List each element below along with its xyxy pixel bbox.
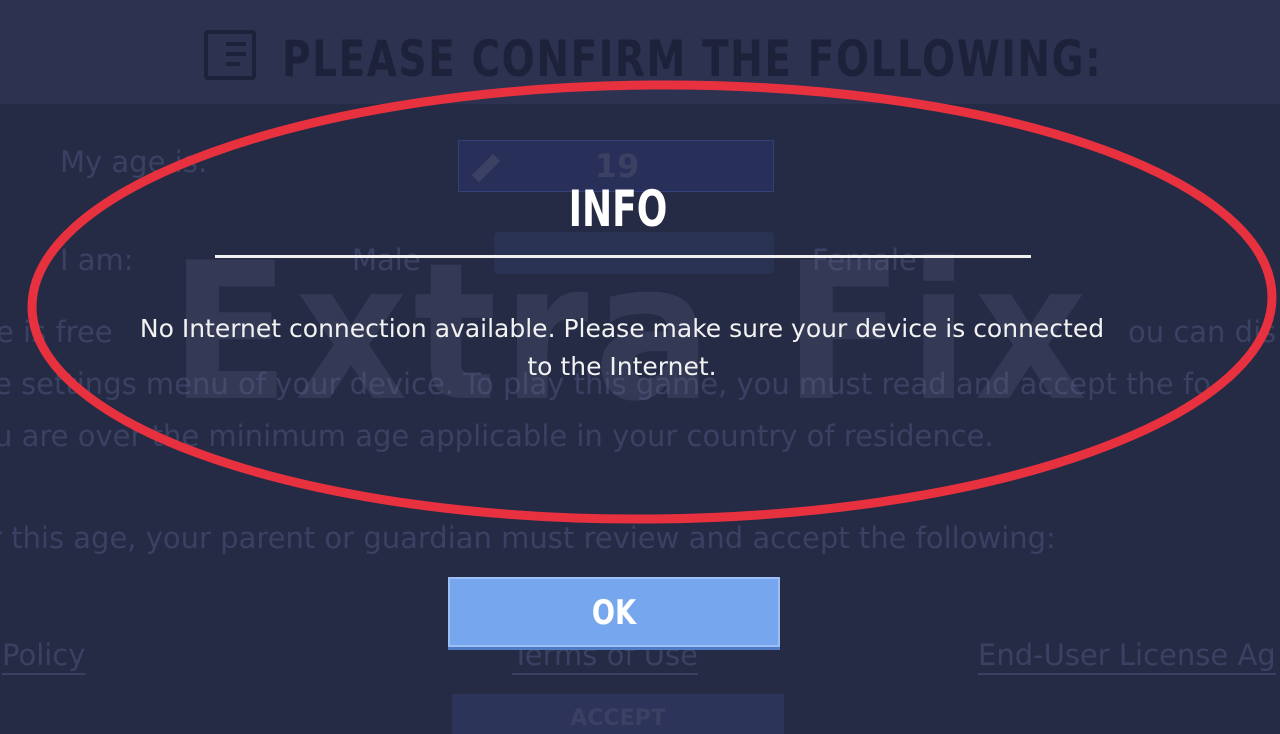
dialog-message-line-2: to the Internet. — [527, 352, 717, 381]
accept-button-label: ACCEPT — [570, 706, 666, 731]
dialog-message: No Internet connection available. Please… — [110, 310, 1134, 386]
background-body-line-1-right: ou can dis — [1128, 315, 1277, 349]
ok-button-label: OK — [591, 593, 637, 633]
dialog-message-line-1: No Internet connection available. Please… — [139, 314, 1105, 343]
ok-button[interactable]: OK — [448, 577, 780, 647]
checklist-icon — [204, 30, 256, 80]
privacy-policy-link[interactable]: Policy — [2, 638, 85, 672]
background-body-line-4: r this age, your parent or guardian must… — [0, 521, 1056, 555]
accept-button[interactable]: ACCEPT — [452, 694, 784, 734]
gender-label: I am: — [60, 243, 134, 277]
age-label: My age is: — [60, 145, 208, 179]
eula-link[interactable]: End-User License Ag — [978, 638, 1276, 672]
background-body-line-1: e is free — [0, 315, 113, 349]
background-header-title: PLEASE CONFIRM THE FOLLOWING: — [282, 30, 1103, 88]
dialog-title: INFO — [568, 180, 668, 238]
dialog-divider — [215, 255, 1031, 258]
